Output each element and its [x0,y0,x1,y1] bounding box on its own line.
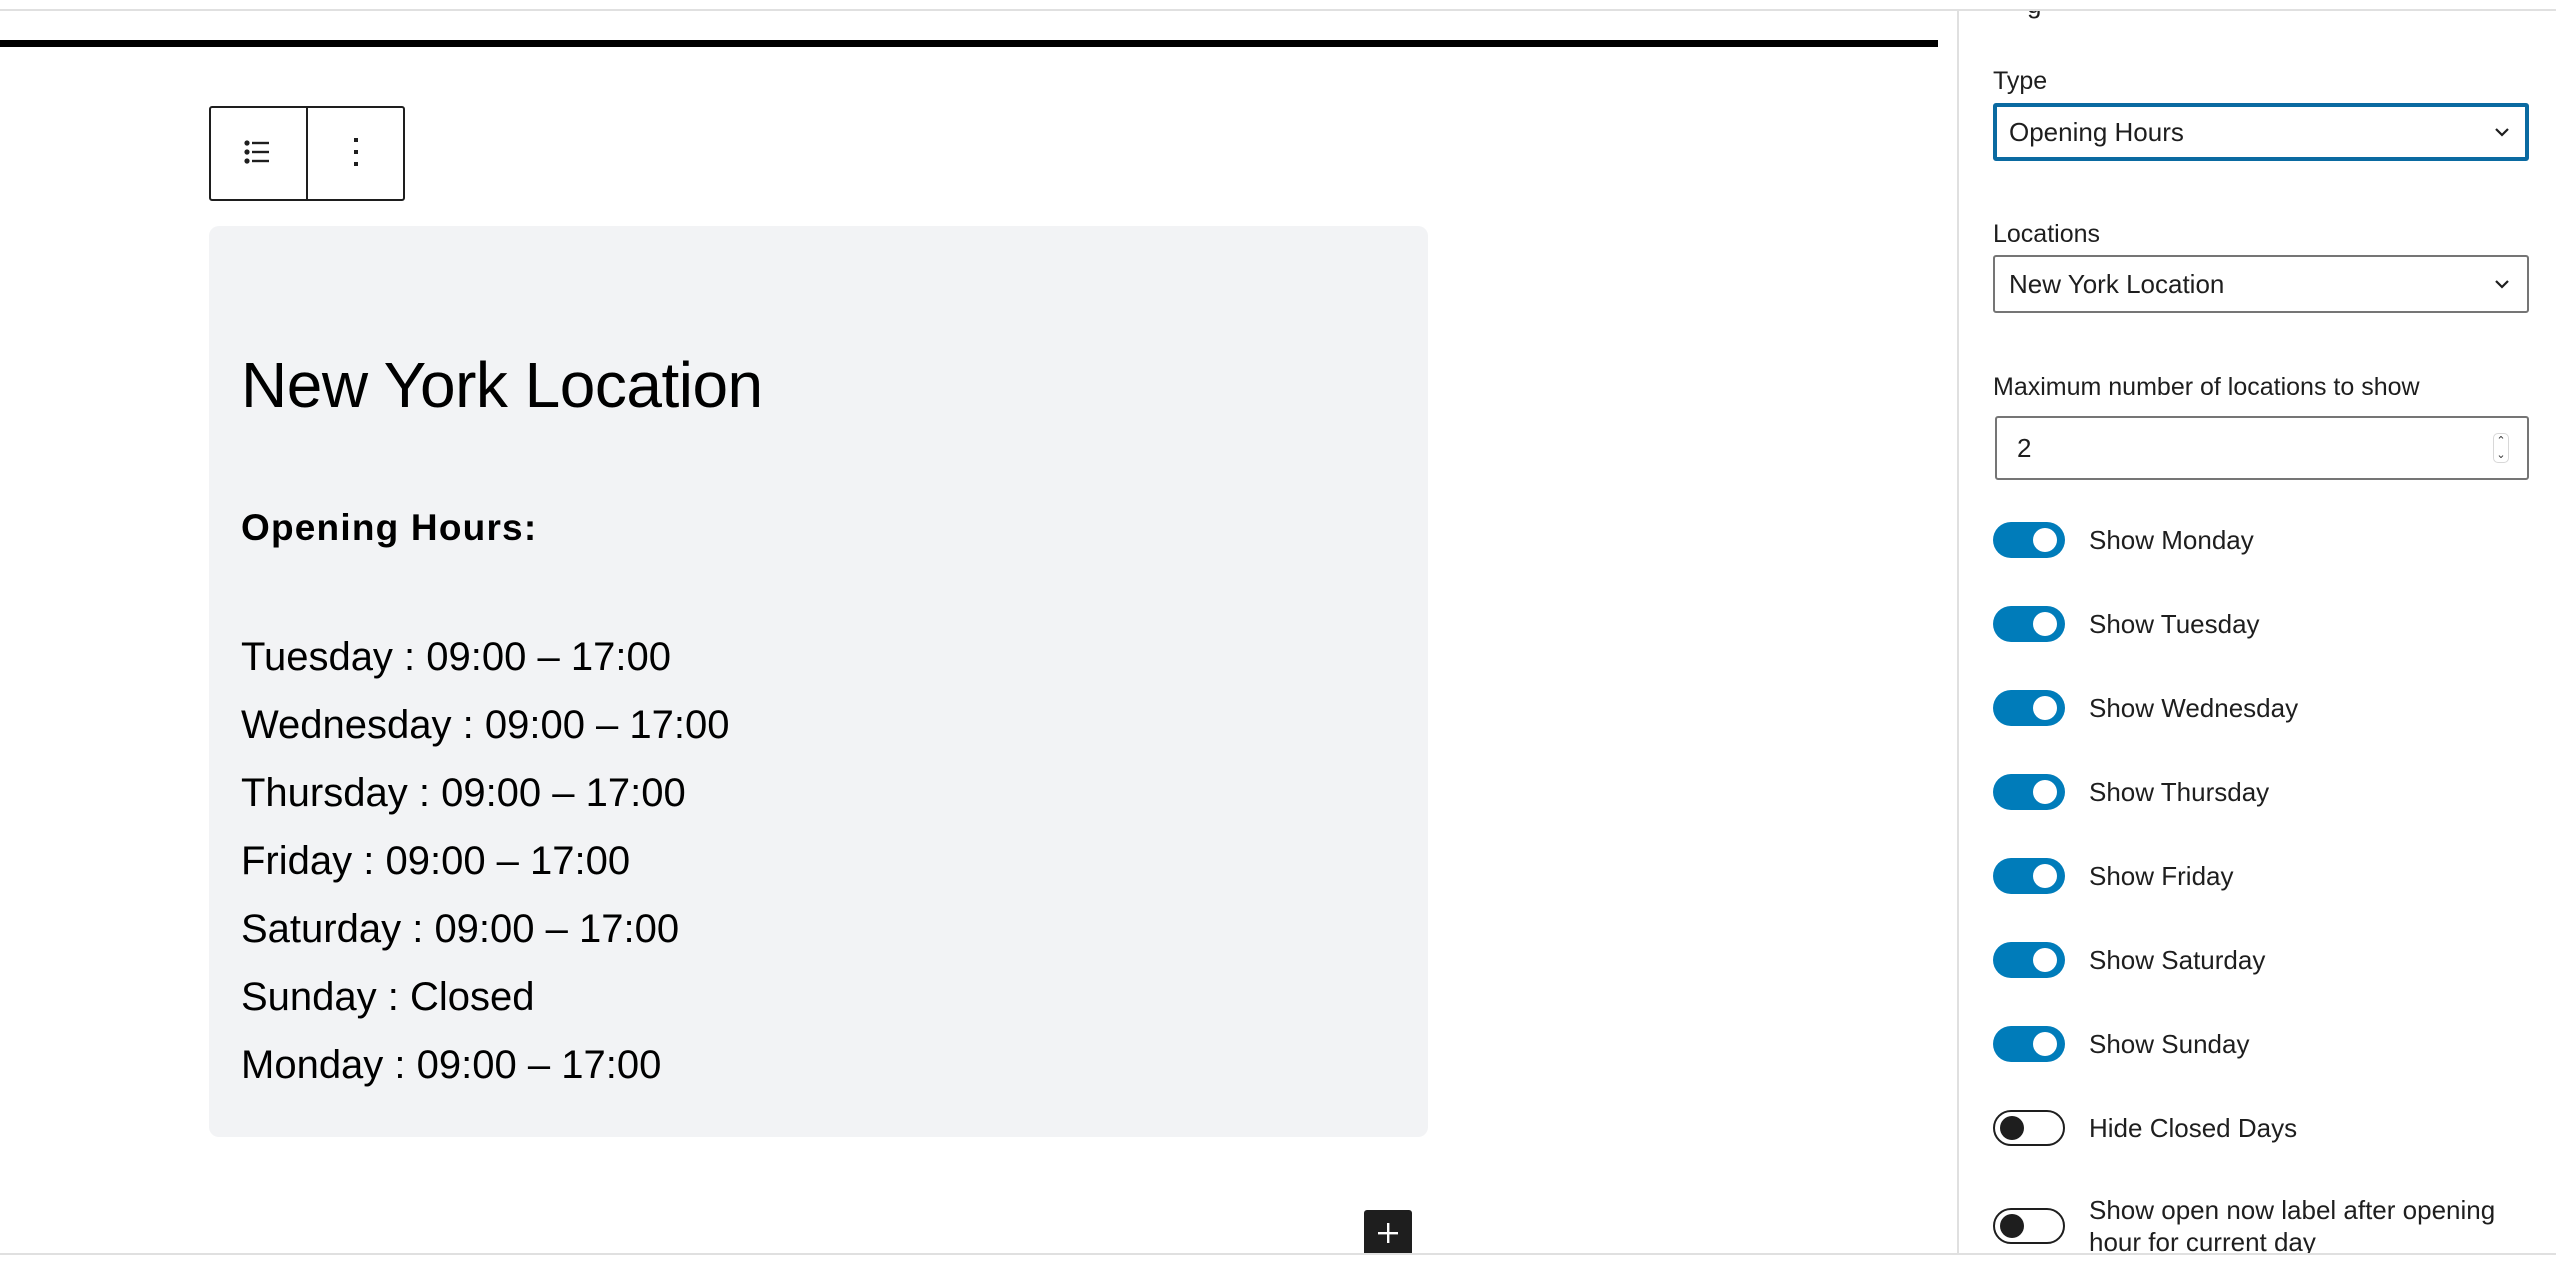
hours-row: Saturday : 09:00 – 17:00 [241,907,680,951]
chevron-down-icon[interactable]: ⌄ [2496,449,2505,461]
toggle-switch[interactable] [1993,774,2065,810]
hours-row: Thursday : 09:00 – 17:00 [241,771,686,815]
toggle-knob [2033,864,2057,888]
toggle-label: Show Monday [2089,525,2254,555]
toggle-switch[interactable] [1993,1110,2065,1146]
hours-row: Sunday : Closed [241,975,535,1019]
toggle-knob [2033,696,2057,720]
locations-select-value: New York Location [2009,268,2225,299]
opening-hours-block[interactable]: New York Location Opening Hours: Tuesday… [209,226,1428,1137]
chevron-down-icon [2491,121,2513,143]
toggle-knob [2033,948,2057,972]
plus-icon [1376,1221,1400,1248]
toggle-knob [2000,1116,2024,1140]
hours-row: Wednesday : 09:00 – 17:00 [241,703,730,747]
toggle-switch[interactable] [1993,858,2065,894]
add-block-button[interactable] [1364,1210,1412,1253]
number-spinner[interactable]: ⌃ ⌄ [2493,433,2509,463]
toggle-knob [2033,612,2057,636]
hours-row: Monday : 09:00 – 17:00 [241,1043,662,1087]
toggle-hide-closed-days[interactable]: Hide Closed Days [1993,1110,2297,1146]
toggle-show-open-now-label[interactable]: Show open now label after opening hour f… [1993,1194,2529,1253]
toggle-label: Show Thursday [2089,777,2270,807]
canvas-header-bar [0,40,1938,47]
toggle-show-thursday[interactable]: Show Thursday [1993,774,2269,810]
max-locations-label: Maximum number of locations to show [1993,373,2420,401]
toggle-label: Show Sunday [2089,1029,2250,1059]
toggle-knob [2000,1214,2024,1238]
locations-label: Locations [1993,220,2101,248]
toggle-label: Hide Closed Days [2089,1113,2298,1143]
toggle-knob [2033,528,2057,552]
list-bullets-icon [243,140,274,167]
location-title: New York Location [241,349,763,421]
chevron-down-icon [2491,273,2513,295]
toggle-show-sunday[interactable]: Show Sunday [1993,1026,2249,1062]
toggle-switch[interactable] [1993,690,2065,726]
hours-row: Friday : 09:00 – 17:00 [241,839,631,883]
toggle-show-wednesday[interactable]: Show Wednesday [1993,690,2298,726]
max-locations-value: 2 [2017,432,2032,463]
toggle-switch[interactable] [1993,1208,2065,1244]
toggle-switch[interactable] [1993,942,2065,978]
toggle-switch[interactable] [1993,522,2065,558]
toggle-switch[interactable] [1993,606,2065,642]
editor-canvas: New York Location Opening Hours: Tuesday… [0,11,1957,1253]
hours-row: Tuesday : 09:00 – 17:00 [241,635,671,679]
block-type-button[interactable] [211,108,306,199]
block-toolbar [209,106,405,201]
toggle-knob [2033,780,2057,804]
toggle-label: Show Saturday [2089,945,2266,975]
type-select[interactable]: Opening Hours [1993,103,2529,161]
toggle-label: Show Tuesday [2089,609,2260,639]
toggle-show-saturday[interactable]: Show Saturday [1993,942,2265,978]
window-bottom-border [0,1253,2556,1264]
type-label: Type [1993,67,2048,95]
toggle-label: Show Wednesday [2089,693,2299,723]
toggle-label: Show open now label after opening hour f… [2089,1195,2496,1253]
max-locations-input[interactable]: 2 ⌃ ⌄ [1995,416,2529,480]
toggle-switch[interactable] [1993,1026,2065,1062]
type-select-value: Opening Hours [2009,116,2184,147]
toggle-show-monday[interactable]: Show Monday [1993,522,2254,558]
toggle-show-tuesday[interactable]: Show Tuesday [1993,606,2260,642]
toggle-show-friday[interactable]: Show Friday [1993,858,2234,894]
toggle-knob [2033,1032,2057,1056]
toggle-label: Show Friday [2089,861,2234,891]
locations-select[interactable]: New York Location [1993,255,2529,313]
chevron-up-icon[interactable]: ⌃ [2496,435,2505,447]
opening-hours-heading: Opening Hours: [241,507,538,548]
more-options-button[interactable] [306,108,403,199]
sidebar-section-title-cut: g [2027,11,2041,20]
kebab-vertical-icon [352,137,360,170]
block-settings-sidebar: g Type Opening Hours Locations New York … [1957,11,2556,1253]
opening-hours-list: Tuesday : 09:00 – 17:00 Wednesday : 09:0… [241,623,730,1099]
